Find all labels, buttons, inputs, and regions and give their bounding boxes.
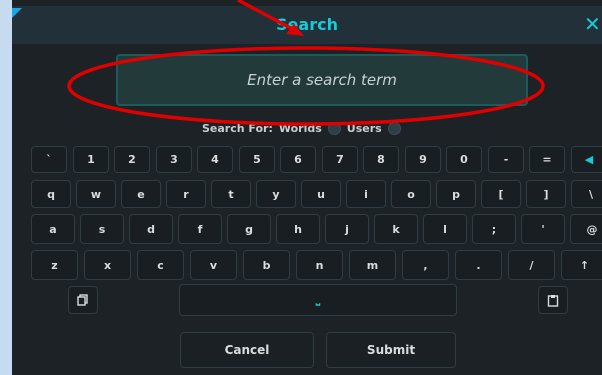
key[interactable]: ` [31,146,67,173]
key[interactable]: 8 [363,146,399,173]
corner-marker-icon [12,8,22,18]
key[interactable]: v [190,250,237,280]
key[interactable]: \ [571,180,602,208]
key[interactable]: ] [526,180,566,208]
key[interactable]: / [508,250,555,280]
key[interactable]: j [325,214,369,244]
space-key[interactable]: ⎵ [179,284,457,316]
search-for-option-worlds-label: Worlds [278,121,322,135]
radio-worlds[interactable] [327,121,341,135]
search-for-option-users-label: Users [346,121,382,135]
key[interactable]: i [346,180,386,208]
key[interactable]: r [166,180,206,208]
key[interactable]: , [402,250,449,280]
key[interactable]: z [31,250,78,280]
key[interactable]: d [129,214,173,244]
key[interactable]: k [374,214,418,244]
paste-icon[interactable] [538,286,568,314]
copy-icon[interactable] [68,286,98,314]
key[interactable]: h [276,214,320,244]
key[interactable]: 4 [197,146,233,173]
key[interactable]: y [256,180,296,208]
key[interactable]: g [227,214,271,244]
key[interactable]: 5 [239,146,275,173]
key[interactable]: 3 [156,146,192,173]
submit-button[interactable]: Submit [326,332,456,368]
key[interactable]: ↑ [561,250,602,280]
dialog-title: Search [276,15,338,34]
key[interactable]: ; [472,214,516,244]
key[interactable]: [ [481,180,521,208]
key[interactable]: . [455,250,502,280]
cancel-button[interactable]: Cancel [180,332,314,368]
key[interactable]: t [211,180,251,208]
key[interactable]: - [488,146,524,173]
search-for-label: Search For: [202,121,273,135]
radio-users[interactable] [387,121,401,135]
key[interactable]: 6 [280,146,316,173]
submit-button-label: Submit [366,343,416,357]
key[interactable]: e [121,180,161,208]
search-for-group: Search For: Worlds Users [202,120,401,136]
space-key-label: ⎵ [315,293,321,306]
key[interactable]: o [391,180,431,208]
close-icon[interactable]: ✕ [584,12,602,36]
key[interactable]: a [31,214,75,244]
key[interactable]: q [31,180,71,208]
key[interactable]: w [76,180,116,208]
search-input[interactable] [118,56,526,104]
key[interactable]: c [137,250,184,280]
key[interactable]: 1 [73,146,109,173]
key[interactable]: f [178,214,222,244]
key[interactable]: b [243,250,290,280]
search-dialog: Search ✕ Search For: Worlds Users `12345… [12,0,602,375]
key[interactable]: 0 [446,146,482,173]
key[interactable]: m [349,250,396,280]
key[interactable]: p [436,180,476,208]
key[interactable]: 9 [405,146,441,173]
key[interactable]: x [84,250,131,280]
key[interactable]: n [296,250,343,280]
key[interactable]: l [423,214,467,244]
key[interactable]: s [80,214,124,244]
key[interactable]: 7 [322,146,358,173]
title-bar: Search ✕ [12,6,602,44]
key[interactable]: u [301,180,341,208]
key[interactable]: ◀ [571,146,602,173]
key[interactable]: ' [521,214,565,244]
key[interactable]: @ [570,214,602,244]
key[interactable]: 2 [114,146,150,173]
key[interactable]: = [529,146,565,173]
cancel-button-label: Cancel [224,343,270,357]
search-box[interactable] [116,54,528,106]
